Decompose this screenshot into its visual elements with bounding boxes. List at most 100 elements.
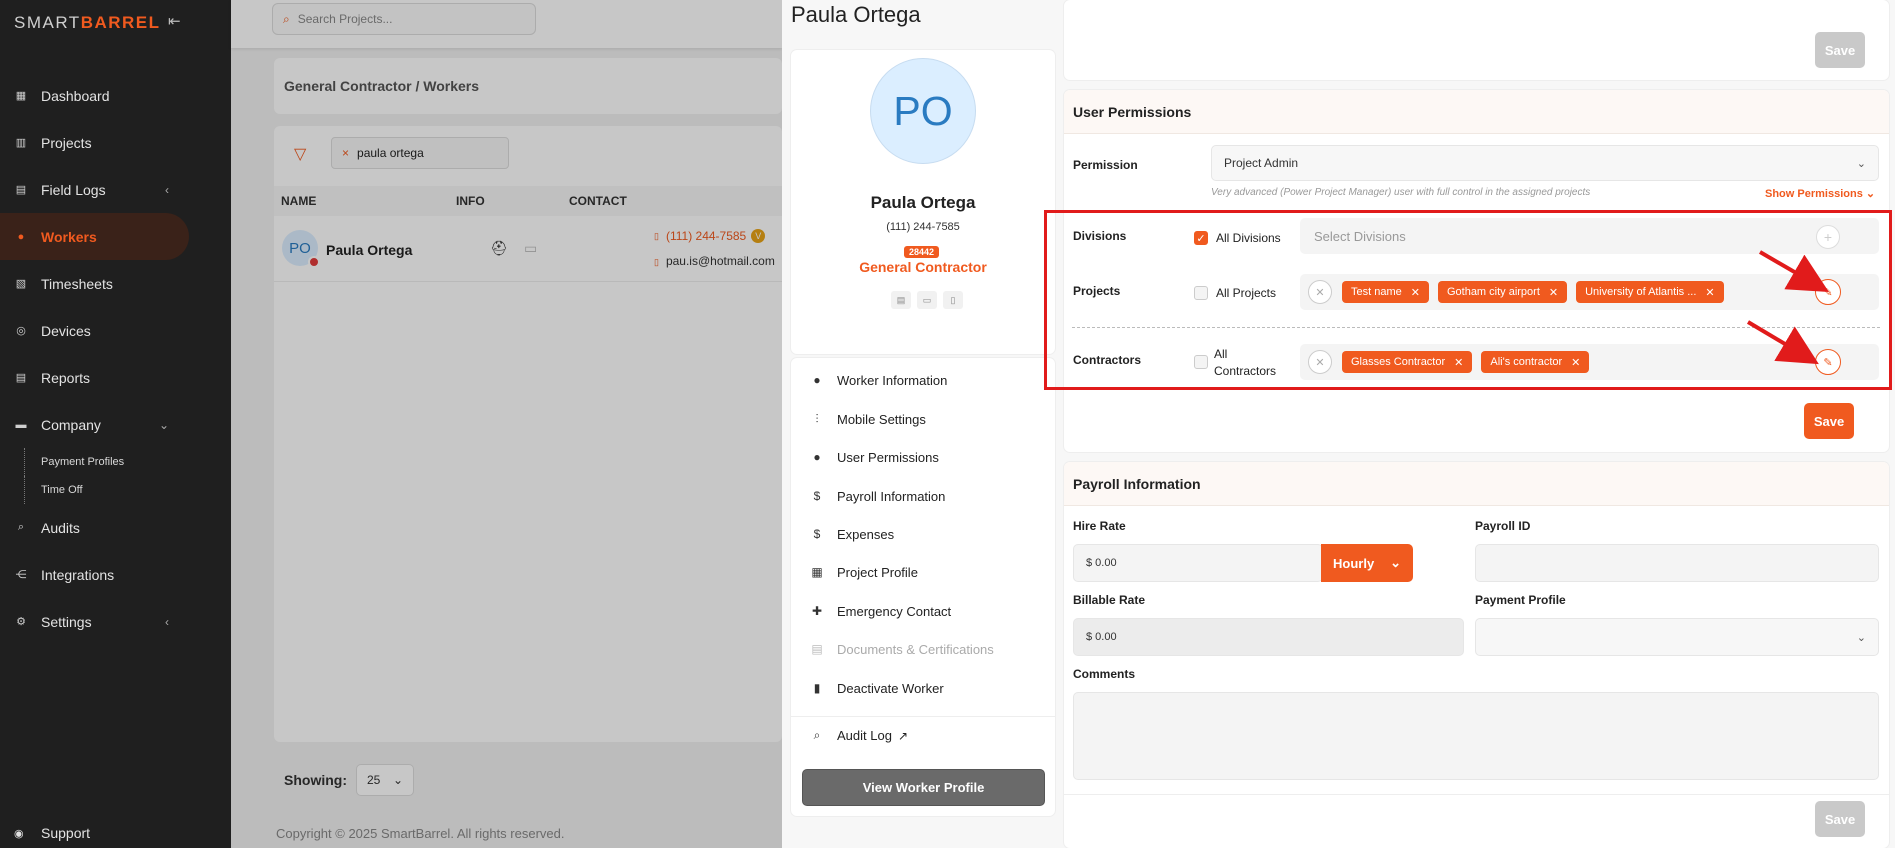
id-card-icon: ▭ — [917, 291, 937, 309]
profile-role: General Contractor — [859, 259, 987, 275]
edit-contractors-icon[interactable]: ✎ — [1815, 349, 1841, 375]
divisions-select[interactable]: Select Divisions — [1300, 218, 1879, 254]
sidebar-item-settings[interactable]: ⚙ Settings ‹ — [0, 598, 231, 645]
menu-worker-information[interactable]: ● Worker Information — [791, 361, 1055, 399]
sidebar-item-integrations[interactable]: ⋲ Integrations — [0, 551, 231, 598]
external-link-icon: ↗ — [897, 728, 908, 743]
sidebar-item-projects[interactable]: ▥ Projects — [0, 119, 231, 166]
project-tag[interactable]: University of Atlantis ... ✕ — [1576, 281, 1724, 303]
devices-icon: ◎ — [16, 325, 26, 337]
sidebar-nav: ▦ Dashboard ▥ Projects ▤ Field Logs ‹ ● Worke… — [0, 72, 231, 645]
sidebar-item-support[interactable]: ◉ Support — [14, 825, 90, 841]
modal-overlay[interactable] — [231, 0, 782, 848]
save-button-disabled[interactable]: Save — [1815, 32, 1865, 68]
dollar-icon: $ — [813, 527, 821, 541]
sidebar-subitem-time-off[interactable]: Time Off — [0, 476, 231, 504]
remove-tag-icon[interactable]: ✕ — [1571, 356, 1580, 369]
hire-rate-input[interactable]: $ 0.00 — [1073, 544, 1323, 582]
profile-name: Paula Ortega — [870, 193, 976, 212]
profile-card: PO Paula Ortega (111) 244-7585 28442 Gen… — [791, 50, 1055, 354]
add-division-icon[interactable]: + — [1816, 225, 1840, 249]
payroll-id-input[interactable] — [1475, 544, 1879, 582]
sidebar-item-devices[interactable]: ◎ Devices — [0, 307, 231, 354]
menu-deactivate-worker[interactable]: ▮ Deactivate Worker — [791, 669, 1055, 707]
collapse-sidebar-icon[interactable]: ⇤ — [168, 12, 181, 30]
user-lock-icon: ● — [813, 450, 821, 464]
sidebar-subitem-payment-profiles[interactable]: Payment Profiles — [0, 448, 231, 476]
comments-textarea[interactable] — [1073, 692, 1879, 780]
projects-select[interactable]: ✕ Test name ✕ Gotham city airport ✕ Univer… — [1300, 274, 1879, 310]
permission-hint: Very advanced (Power Project Manager) us… — [1211, 187, 1591, 198]
save-payroll-button-disabled[interactable]: Save — [1815, 801, 1865, 837]
sliders-icon: ⫶ — [815, 411, 819, 426]
clear-contractors-icon[interactable]: ✕ — [1308, 350, 1332, 374]
payment-profile-label: Payment Profile — [1475, 593, 1566, 607]
menu-emergency-contact[interactable]: ✚ Emergency Contact — [791, 592, 1055, 630]
all-divisions-checkbox[interactable]: ✓ — [1194, 231, 1208, 245]
all-projects-checkbox[interactable] — [1194, 286, 1208, 300]
integrations-icon: ⋲ — [15, 569, 27, 581]
project-tag[interactable]: Test name ✕ — [1342, 281, 1429, 303]
remove-tag-icon[interactable]: ✕ — [1454, 356, 1463, 369]
chevron-down-icon: ⌄ — [158, 417, 169, 432]
chevron-down-icon: ⌄ — [1865, 188, 1876, 200]
contractors-label: Contractors — [1073, 353, 1142, 367]
audits-icon: ⌕ — [17, 521, 25, 533]
support-icon: ◉ — [14, 827, 24, 840]
section-title: User Permissions — [1064, 90, 1889, 134]
payroll-id-label: Payroll ID — [1475, 519, 1531, 533]
sidebar-item-workers[interactable]: ● Workers — [0, 213, 189, 260]
contractors-select[interactable]: ✕ Glasses Contractor ✕ Ali's contractor ✕ — [1300, 344, 1879, 380]
payment-profile-select[interactable]: ⌄ — [1475, 618, 1879, 656]
gear-icon: ⚙ — [16, 616, 26, 628]
drawer-menu: ● Worker Information ⫶ Mobile Settings ● Us… — [791, 358, 1055, 816]
profile-phone: (111) 244-7585 — [886, 221, 960, 233]
remove-tag-icon[interactable]: ✕ — [1549, 286, 1558, 299]
menu-audit-log[interactable]: ⌕ Audit Log ↗ — [791, 716, 1055, 754]
contractor-tag[interactable]: Glasses Contractor ✕ — [1342, 351, 1473, 373]
billable-rate-label: Billable Rate — [1073, 593, 1146, 607]
permission-select[interactable]: Project Admin ⌄ — [1211, 145, 1879, 181]
contractor-tag[interactable]: Ali's contractor ✕ — [1481, 351, 1590, 373]
menu-expenses[interactable]: $ Expenses — [791, 515, 1055, 553]
hire-rate-label: Hire Rate — [1073, 519, 1126, 533]
view-worker-profile-button[interactable]: View Worker Profile — [802, 769, 1045, 806]
payroll-card: Payroll Information Hire Rate $ 0.00 Hou… — [1064, 462, 1889, 848]
rate-unit-dropdown[interactable]: Hourly ⌄ — [1321, 544, 1413, 582]
chevron-down-icon: ⌄ — [1856, 157, 1866, 170]
company-icon: ▬ — [15, 418, 27, 431]
user-permissions-card: User Permissions Permission Project Admi… — [1064, 90, 1889, 452]
remove-tag-icon[interactable]: ✕ — [1411, 286, 1420, 299]
chevron-left-icon: ‹ — [165, 614, 169, 629]
edit-projects-icon[interactable]: ✎ — [1815, 279, 1841, 305]
sidebar-item-company[interactable]: ▬ Company ⌄ — [0, 401, 231, 448]
sidebar-item-reports[interactable]: ▤ Reports — [0, 354, 231, 401]
menu-mobile-settings[interactable]: ⫶ Mobile Settings — [791, 400, 1055, 438]
drawer-title: Paula Ortega — [791, 2, 921, 27]
worker-icon: ● — [17, 230, 25, 243]
menu-project-profile[interactable]: ▦ Project Profile — [791, 553, 1055, 591]
logo[interactable]: SMARTBARREL — [14, 13, 161, 33]
dashboard-icon: ▦ — [15, 90, 27, 102]
sidebar-item-audits[interactable]: ⌕ Audits — [0, 504, 231, 551]
menu-documents-certifications[interactable]: ▤ Documents & Certifications — [791, 630, 1055, 668]
sidebar-item-dashboard[interactable]: ▦ Dashboard — [0, 72, 231, 119]
sidebar-item-timesheets[interactable]: ▧ Timesheets — [0, 260, 231, 307]
profile-id-badge: 28442 — [904, 246, 940, 258]
show-permissions-link[interactable]: Show Permissions ⌄ — [1765, 187, 1875, 200]
divider — [1072, 327, 1880, 328]
sidebar: SMARTBARREL ⇤ ▦ Dashboard ▥ Projects ▤ Fiel… — [0, 0, 231, 848]
clear-projects-icon[interactable]: ✕ — [1308, 280, 1332, 304]
comments-label: Comments — [1073, 667, 1136, 681]
section-title: Payroll Information — [1064, 462, 1889, 506]
remove-tag-icon[interactable]: ✕ — [1705, 286, 1714, 299]
menu-payroll-information[interactable]: $ Payroll Information — [791, 477, 1055, 515]
emergency-icon: ✚ — [811, 604, 823, 618]
save-permissions-button[interactable]: Save — [1804, 403, 1854, 439]
menu-user-permissions[interactable]: ● User Permissions — [791, 438, 1055, 476]
projects-label: Projects — [1073, 284, 1121, 298]
project-tag[interactable]: Gotham city airport ✕ — [1437, 281, 1568, 303]
sidebar-item-field-logs[interactable]: ▤ Field Logs ‹ — [0, 166, 231, 213]
all-contractors-checkbox[interactable] — [1194, 355, 1208, 369]
billable-rate-input[interactable]: $ 0.00 — [1073, 618, 1464, 656]
